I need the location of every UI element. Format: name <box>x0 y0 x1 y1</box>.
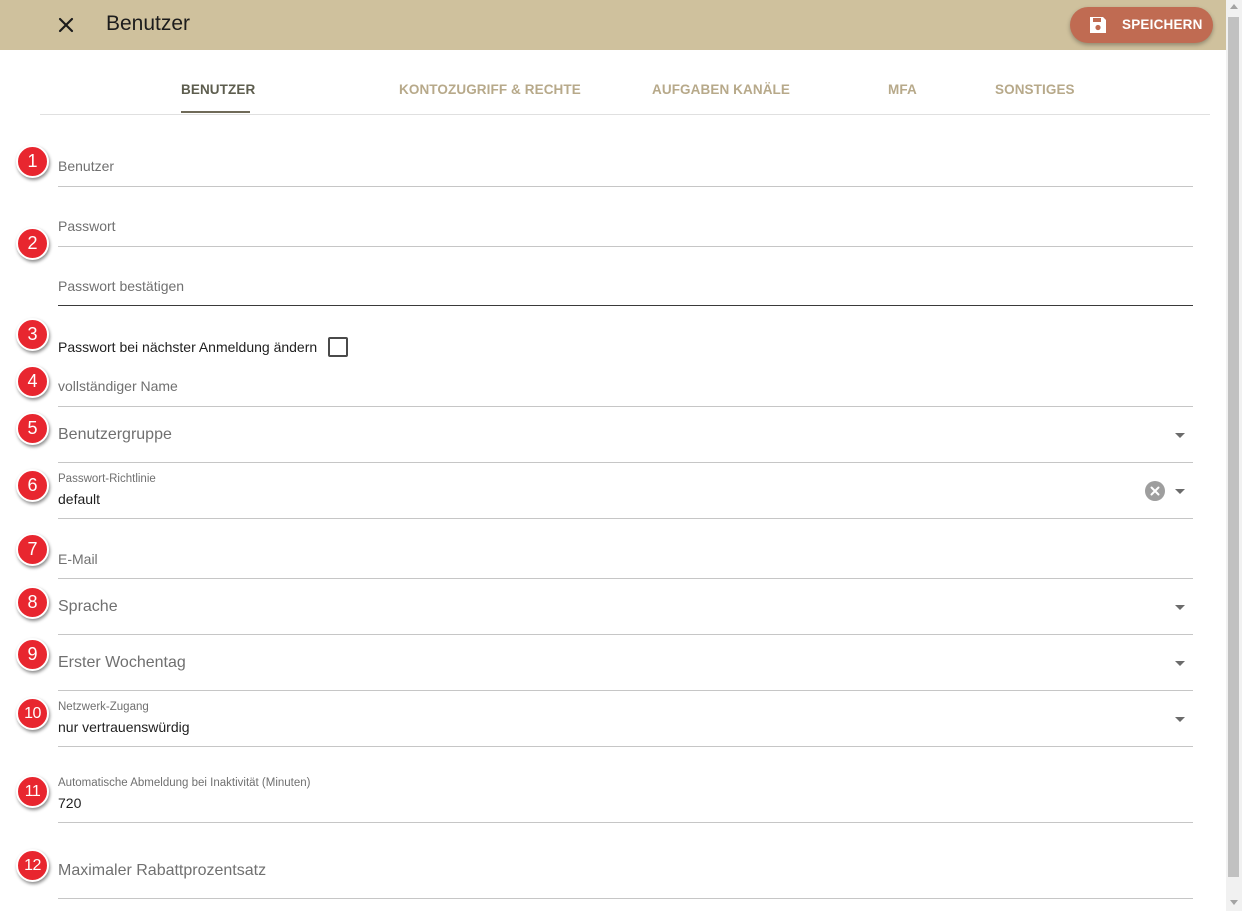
tab-sonstiges[interactable]: SONSTIGES <box>995 82 1075 97</box>
annotation-marker: 8 <box>16 586 49 619</box>
password-confirm-placeholder: Passwort bestätigen <box>58 278 185 294</box>
app-header: Benutzer SPEICHERN <box>0 0 1226 50</box>
full-name-field[interactable]: vollständiger Name <box>58 370 1193 407</box>
page-title: Benutzer <box>106 12 191 35</box>
network-access-select[interactable]: Netzwerk-Zugang nur vertrauenswürdig <box>58 699 1193 747</box>
triangle-down-icon[interactable] <box>1175 717 1185 722</box>
first-weekday-placeholder: Erster Wochentag <box>58 654 186 671</box>
tab-kontozugriff-rechte[interactable]: KONTOZUGRIFF & RECHTE <box>399 82 581 97</box>
network-access-value: nur vertrauenswürdig <box>58 719 190 735</box>
floppy-disk-icon <box>1090 17 1106 33</box>
triangle-down-icon[interactable] <box>1175 661 1185 666</box>
email-field[interactable]: E-Mail <box>58 537 1193 579</box>
auto-logout-value: 720 <box>58 795 82 811</box>
annotation-marker: 5 <box>16 412 49 445</box>
password-policy-value: default <box>58 491 101 507</box>
annotation-marker: 4 <box>16 365 49 398</box>
full-name-placeholder: vollständiger Name <box>58 378 178 394</box>
tab-bar: BENUTZER KONTOZUGRIFF & RECHTE AUFGABEN … <box>40 50 1210 115</box>
password-policy-select[interactable]: Passwort-Richtlinie default <box>58 471 1193 519</box>
change-password-checkbox[interactable] <box>328 337 348 357</box>
user-group-select[interactable]: Benutzergruppe <box>58 415 1193 463</box>
scroll-up-arrow-icon[interactable] <box>1230 4 1238 9</box>
clear-circle-icon[interactable] <box>1145 481 1165 501</box>
username-placeholder: Benutzer <box>58 158 115 174</box>
change-password-label: Passwort bei nächster Anmeldung ändern <box>58 339 318 355</box>
triangle-down-icon[interactable] <box>1175 605 1185 610</box>
password-confirm-field[interactable]: Passwort bestätigen <box>58 260 1193 306</box>
annotation-marker: 1 <box>16 145 49 178</box>
save-button[interactable]: SPEICHERN <box>1070 7 1213 43</box>
change-password-row: Passwort bei nächster Anmeldung ändern <box>58 336 458 358</box>
password-policy-label: Passwort-Richtlinie <box>58 473 156 485</box>
active-tab-indicator <box>181 111 250 113</box>
close-icon <box>58 17 74 33</box>
scrollbar-thumb[interactable] <box>1228 17 1239 877</box>
user-group-placeholder: Benutzergruppe <box>58 426 172 443</box>
annotation-marker: 2 <box>16 227 49 260</box>
auto-logout-label: Automatische Abmeldung bei Inaktivität (… <box>58 777 311 789</box>
annotation-marker: 6 <box>16 469 49 502</box>
password-placeholder: Passwort <box>58 218 116 234</box>
language-placeholder: Sprache <box>58 598 118 615</box>
language-select[interactable]: Sprache <box>58 587 1193 635</box>
annotation-marker: 10 <box>16 697 49 730</box>
password-field[interactable]: Passwort <box>58 200 1193 247</box>
vertical-scrollbar[interactable] <box>1226 0 1242 911</box>
annotation-marker: 12 <box>16 849 49 882</box>
triangle-down-icon[interactable] <box>1175 489 1185 494</box>
max-discount-placeholder: Maximaler Rabattprozentsatz <box>58 862 267 879</box>
email-placeholder: E-Mail <box>58 551 98 567</box>
tab-aufgaben-kanaele[interactable]: AUFGABEN KANÄLE <box>652 82 790 97</box>
first-weekday-select[interactable]: Erster Wochentag <box>58 643 1193 691</box>
network-access-label: Netzwerk-Zugang <box>58 701 149 713</box>
auto-logout-field[interactable]: Automatische Abmeldung bei Inaktivität (… <box>58 775 1193 823</box>
tab-benutzer[interactable]: BENUTZER <box>181 82 255 97</box>
annotation-marker: 7 <box>16 533 49 566</box>
save-button-label: SPEICHERN <box>1122 17 1203 32</box>
annotation-marker: 3 <box>16 318 49 351</box>
scroll-down-arrow-icon[interactable] <box>1230 900 1238 905</box>
annotation-marker: 9 <box>16 638 49 671</box>
annotation-marker: 11 <box>16 775 49 808</box>
close-button[interactable] <box>52 11 80 39</box>
username-field[interactable]: Benutzer <box>58 140 1193 187</box>
triangle-down-icon[interactable] <box>1175 433 1185 438</box>
max-discount-field[interactable]: Maximaler Rabattprozentsatz <box>58 851 1193 899</box>
tab-mfa[interactable]: MFA <box>888 82 917 97</box>
